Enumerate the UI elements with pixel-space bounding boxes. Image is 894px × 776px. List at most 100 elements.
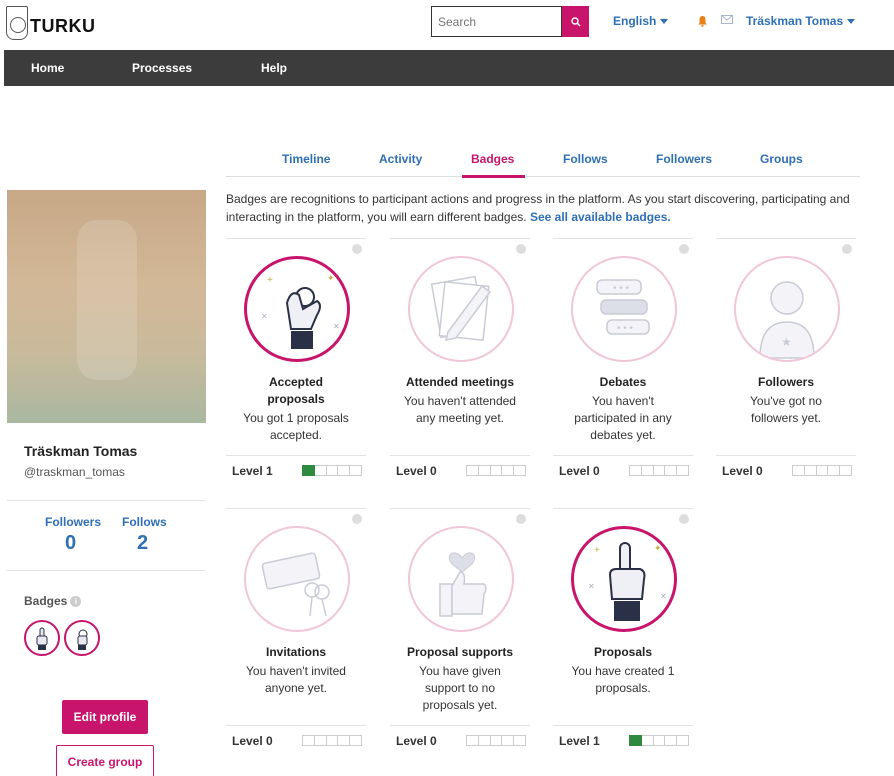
badge-level-bar (629, 465, 689, 476)
badge-image (408, 526, 514, 632)
nav-home[interactable]: Home (31, 61, 64, 75)
badge-description: You got 1 proposals accepted. (243, 411, 349, 442)
badge-title: Proposals (593, 645, 653, 659)
card-divider (226, 725, 366, 726)
card-divider (390, 725, 530, 726)
badge-description: You've got no followers yet. (750, 394, 822, 425)
info-icon[interactable] (352, 244, 362, 254)
follows-label[interactable]: Follows (122, 515, 167, 529)
followers-count[interactable]: 0 (65, 532, 76, 555)
chat-bubbles-icon: • • • • • • (596, 279, 650, 335)
badge-image (571, 526, 677, 632)
badge-card: Proposals You have created 1 proposals. … (553, 508, 693, 748)
badge-title: Invitations (265, 645, 326, 659)
tab-follows[interactable]: Follows (563, 152, 608, 166)
svg-text:★: ★ (781, 335, 792, 349)
raised-finger-icon (588, 542, 667, 621)
tab-followers[interactable]: Followers (656, 152, 712, 166)
badge-card: • • • • • • Debates You haven't particip… (553, 238, 693, 478)
search-button[interactable] (562, 6, 589, 37)
card-divider (390, 455, 530, 456)
pencil-paper-icon (430, 275, 492, 341)
ok-hand-icon (77, 629, 88, 650)
info-icon[interactable] (679, 514, 689, 524)
mini-badge-proposals[interactable] (24, 620, 60, 656)
info-icon[interactable] (352, 514, 362, 524)
divider (7, 570, 205, 571)
badge-image (408, 256, 514, 362)
badge-card: Proposal supports You have given support… (390, 508, 530, 748)
mini-badge-accepted-proposals[interactable] (64, 620, 100, 656)
profile-avatar (7, 190, 206, 423)
badges-intro: Badges are recognitions to participant a… (226, 192, 850, 224)
card-divider (390, 508, 530, 509)
see-all-badges-link[interactable]: See all available badges. (530, 210, 671, 224)
card-divider (553, 725, 693, 726)
badges-section-title: Badges i (24, 594, 82, 608)
badge-level-bar (466, 465, 526, 476)
badge-level-bar (466, 735, 526, 746)
badge-level-label: Level 0 (722, 464, 763, 478)
chevron-down-icon (847, 19, 856, 25)
svg-text:• • •: • • • (613, 283, 630, 294)
badge-title: Accepted proposals (267, 375, 325, 406)
badge-level-label: Level 0 (396, 464, 437, 478)
nav-help[interactable]: Help (261, 61, 287, 75)
info-icon[interactable] (679, 244, 689, 254)
badge-level-bar (302, 465, 362, 476)
turku-crest-icon (6, 6, 28, 40)
profile-tabs: Timeline Activity Badges Follows Followe… (226, 144, 860, 178)
main-nav: Home Processes Help (4, 50, 894, 86)
nav-processes[interactable]: Processes (132, 61, 192, 75)
conversations-mail-icon[interactable] (721, 15, 733, 27)
notifications-bell-icon[interactable] (697, 15, 708, 30)
followers-label[interactable]: Followers (45, 515, 101, 529)
info-icon[interactable] (516, 514, 526, 524)
profile-nickname: @traskman_tomas (24, 465, 125, 479)
person-icon: ★ (759, 281, 815, 359)
badge-card: Accepted proposals You got 1 proposals a… (226, 238, 366, 478)
tab-badges[interactable]: Badges (471, 152, 514, 166)
badge-image (244, 256, 350, 362)
card-divider (553, 455, 693, 456)
card-divider (553, 238, 693, 239)
badge-title: Debates (599, 375, 647, 389)
tab-groups[interactable]: Groups (760, 152, 803, 166)
card-divider (226, 508, 366, 509)
badge-title: Followers (757, 375, 814, 389)
badge-level-label: Level 0 (396, 734, 437, 748)
raised-finger-icon (36, 627, 48, 650)
card-divider (553, 508, 693, 509)
badge-card: Attended meetings You haven't attended a… (390, 238, 530, 478)
follows-count[interactable]: 2 (137, 532, 148, 555)
chevron-down-icon (660, 19, 669, 25)
card-divider (716, 455, 856, 456)
badge-level-label: Level 1 (559, 734, 600, 748)
badge-description: You have given support to no proposals y… (419, 664, 501, 712)
card-divider (226, 238, 366, 239)
create-group-button[interactable]: Create group (56, 745, 154, 776)
search-icon (570, 16, 580, 26)
badge-level-label: Level 1 (232, 464, 273, 478)
badge-level-bar (792, 465, 852, 476)
badge-image: ★ (734, 256, 840, 362)
language-selector[interactable]: English (613, 14, 669, 28)
tab-activity[interactable]: Activity (379, 152, 422, 166)
search-input[interactable] (431, 6, 562, 37)
badge-card: ★ Followers You've got no followers yet.… (716, 238, 856, 478)
badge-title: Proposal supports (406, 645, 513, 659)
info-icon[interactable] (842, 244, 852, 254)
turku-logo[interactable]: TURKU (6, 6, 96, 40)
tab-timeline[interactable]: Timeline (282, 152, 330, 166)
top-bar: TURKU English Träskman Tomas (0, 0, 894, 50)
info-icon[interactable] (516, 244, 526, 254)
badge-description: You haven't invited anyone yet. (246, 664, 346, 695)
badge-card: Invitations You haven't invited anyone y… (226, 508, 366, 748)
badge-description: You haven't attended any meeting yet. (404, 394, 516, 425)
badge-description: You haven't participated in any debates … (574, 394, 672, 442)
card-divider (226, 455, 366, 456)
user-menu[interactable]: Träskman Tomas (746, 14, 856, 28)
info-icon[interactable]: i (70, 595, 82, 607)
svg-text:• • •: • • • (617, 323, 634, 334)
edit-profile-button[interactable]: Edit profile (62, 700, 148, 734)
